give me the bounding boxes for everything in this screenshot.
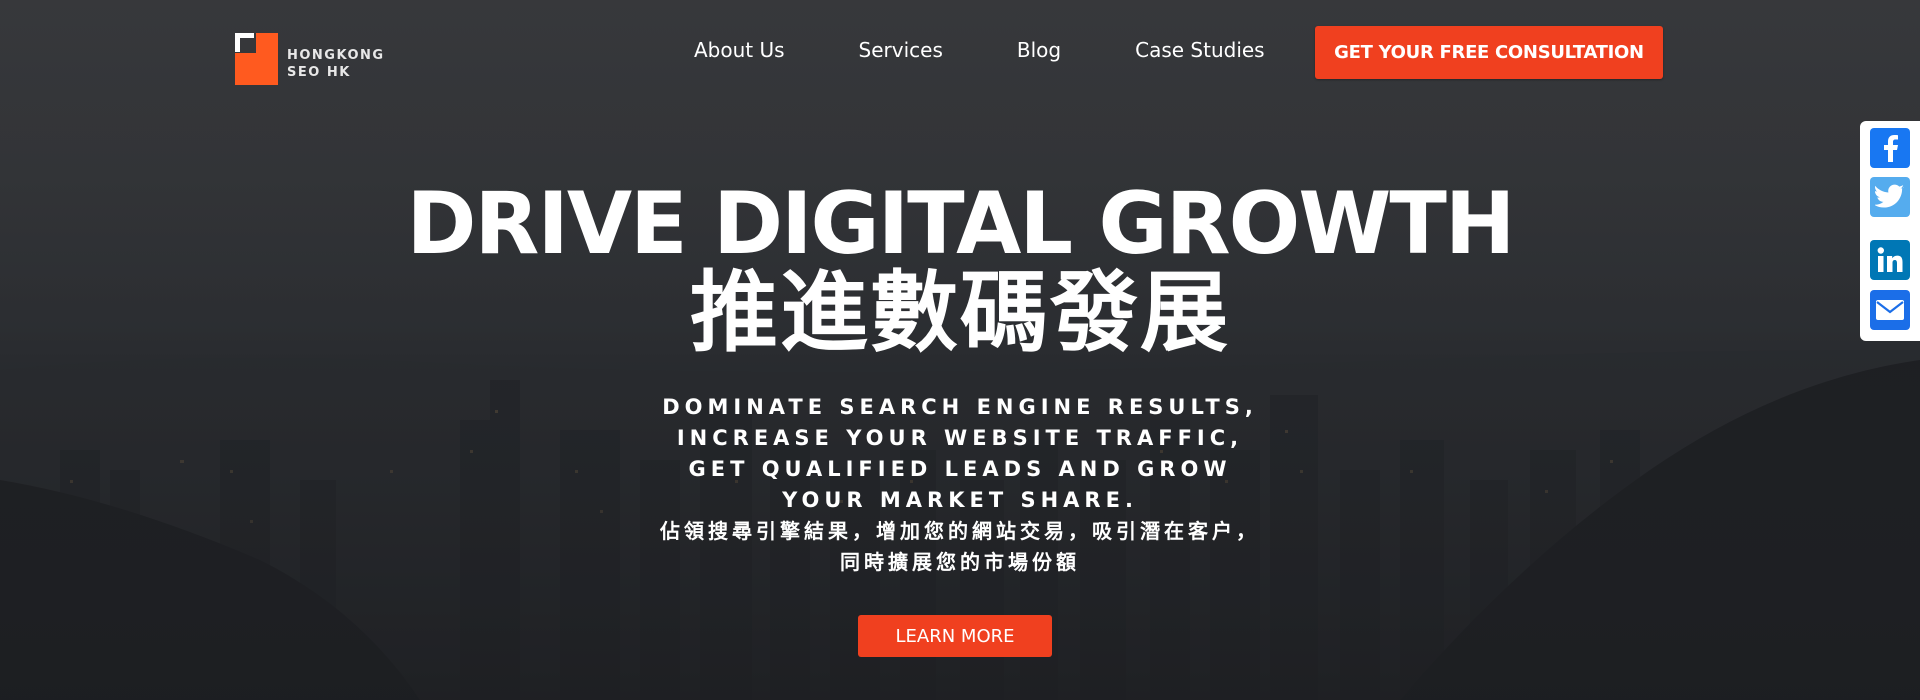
subtext-en-line-3: GET QUALIFIED LEADS AND GROW — [688, 457, 1232, 481]
free-consultation-button[interactable]: GET YOUR FREE CONSULTATION — [1315, 26, 1663, 79]
subtext-zh-line-1: 佔領搜尋引擎結果，增加您的網站交易，吸引潛在客户， — [660, 519, 1260, 543]
nav-about-us[interactable]: About Us — [694, 38, 785, 62]
subtext-zh-line-2: 同時擴展您的市場份額 — [840, 550, 1080, 574]
hero-headline: DRIVE DIGITAL GROWTH — [406, 174, 1516, 274]
subtext-en-line-4: YOUR MARKET SHARE. — [782, 488, 1138, 512]
nav-blog[interactable]: Blog — [1017, 38, 1061, 62]
logo-line-2: SEO HK — [287, 65, 351, 80]
hero-section: HONGKONG SEO HK About Us Services Blog C… — [0, 0, 1920, 700]
main-nav: About Us Services Blog Case Studies — [694, 38, 1339, 62]
nav-services[interactable]: Services — [859, 38, 943, 62]
hero-headline-chinese: 推進數碼發展 — [689, 261, 1230, 364]
logo-mark-icon — [235, 33, 279, 85]
logo-line-1: HONGKONG — [287, 48, 385, 63]
site-logo[interactable]: HONGKONG SEO HK — [235, 33, 385, 85]
nav-case-studies[interactable]: Case Studies — [1135, 38, 1265, 62]
hero-subtext: DOMINATE SEARCH ENGINE RESULTS, INCREASE… — [0, 392, 1920, 578]
subtext-en-line-1: DOMINATE SEARCH ENGINE RESULTS, — [662, 395, 1258, 419]
facebook-icon — [1884, 135, 1898, 162]
logo-text: HONGKONG SEO HK — [287, 47, 385, 81]
facebook-share-button[interactable] — [1870, 128, 1910, 168]
subtext-en-line-2: INCREASE YOUR WEBSITE TRAFFIC, — [676, 426, 1244, 450]
learn-more-button[interactable]: LEARN MORE — [858, 615, 1052, 657]
